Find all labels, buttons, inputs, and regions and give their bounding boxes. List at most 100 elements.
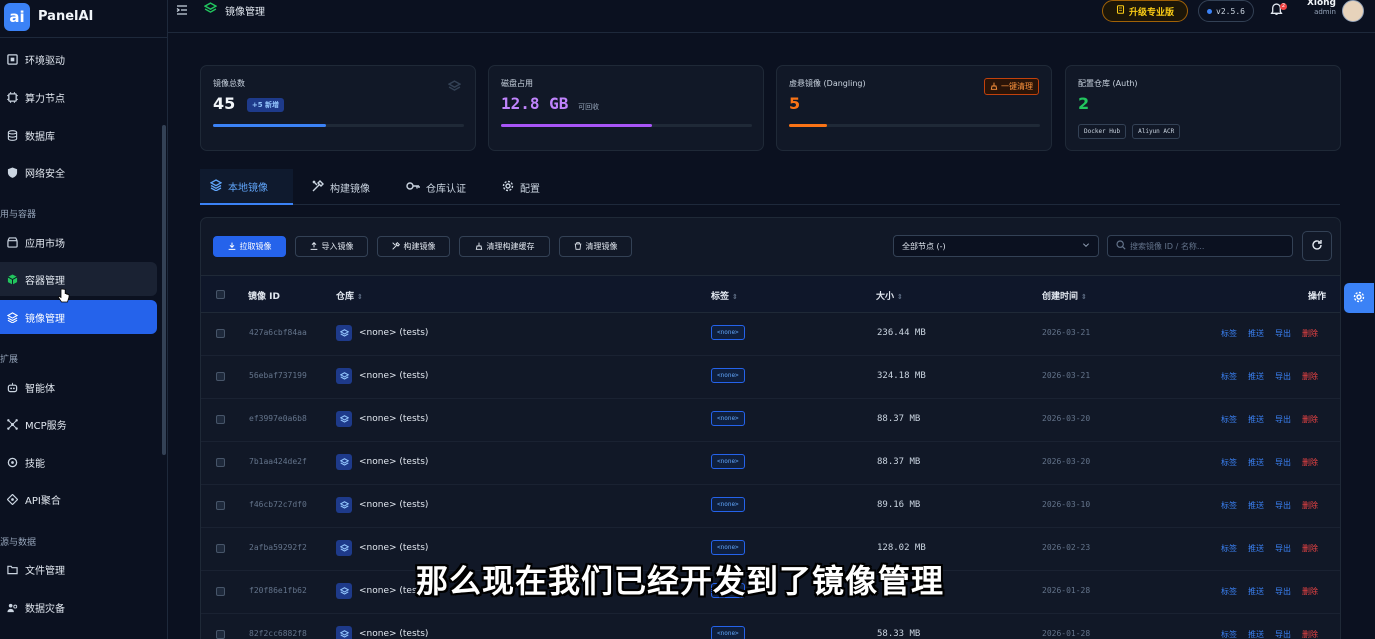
row-checkbox[interactable] xyxy=(216,415,225,424)
export-action[interactable]: 导出 xyxy=(1275,543,1291,554)
push-action[interactable]: 推送 xyxy=(1248,500,1264,511)
stat-label: 磁盘占用 xyxy=(501,79,533,88)
push-action[interactable]: 推送 xyxy=(1248,457,1264,468)
tag-badge: <none> xyxy=(711,368,745,383)
node-select[interactable]: 全部节点 (-) xyxy=(893,235,1099,257)
tag-action[interactable]: 标签 xyxy=(1221,629,1237,639)
tab-local-images[interactable]: 本地镜像 xyxy=(200,169,293,205)
export-action[interactable]: 导出 xyxy=(1275,457,1291,468)
table-row[interactable]: ef3997e0a6b8 <none> (tests) <none> 88.37 MB… xyxy=(201,399,1340,442)
user-info[interactable]: Xiong admin xyxy=(1296,0,1336,16)
sidebar-item-backup[interactable]: 数据灾备 xyxy=(0,590,157,624)
export-action[interactable]: 导出 xyxy=(1275,629,1291,639)
import-image-button[interactable]: 导入镜像 xyxy=(295,236,368,257)
repo-cell: <none> (tests) xyxy=(336,411,428,427)
delete-action[interactable]: 删除 xyxy=(1302,586,1318,597)
tag-action[interactable]: 标签 xyxy=(1221,543,1237,554)
sidebar-item-containers[interactable]: 容器管理 xyxy=(0,262,157,296)
tab-registry-auth[interactable]: 仓库认证 xyxy=(396,169,476,205)
table-row[interactable]: f46cb72c7df0 <none> (tests) <none> 89.16 MB… xyxy=(201,485,1340,528)
export-action[interactable]: 导出 xyxy=(1275,414,1291,425)
sidebar-item-files[interactable]: 文件管理 xyxy=(0,552,157,586)
image-id: 7b1aa424de2f xyxy=(249,457,307,466)
export-action[interactable]: 导出 xyxy=(1275,500,1291,511)
select-all-checkbox[interactable] xyxy=(216,290,225,299)
delete-action[interactable]: 删除 xyxy=(1302,414,1318,425)
delete-action[interactable]: 删除 xyxy=(1302,500,1318,511)
delete-action[interactable]: 删除 xyxy=(1302,457,1318,468)
build-image-button[interactable]: 构建镜像 xyxy=(377,236,450,257)
row-checkbox[interactable] xyxy=(216,501,225,510)
col-tag[interactable]: 标签 ⇕ xyxy=(711,289,738,302)
sidebar-item-mcp[interactable]: MCP服务 xyxy=(0,407,157,441)
tag-action[interactable]: 标签 xyxy=(1221,500,1237,511)
tag-action[interactable]: 标签 xyxy=(1221,414,1237,425)
push-action[interactable]: 推送 xyxy=(1248,586,1264,597)
delete-action[interactable]: 删除 xyxy=(1302,543,1318,554)
layers-icon xyxy=(447,80,462,96)
prune-dangling-button[interactable]: 一键清理 xyxy=(984,78,1039,95)
col-label: 仓库 xyxy=(336,292,355,302)
col-actions: 操作 xyxy=(1308,292,1327,302)
sidebar-item-label: 文件管理 xyxy=(25,565,65,577)
row-checkbox[interactable] xyxy=(216,372,225,381)
push-action[interactable]: 推送 xyxy=(1248,543,1264,554)
sidebar-item-agents[interactable]: 智能体 xyxy=(0,370,157,404)
tag-action[interactable]: 标签 xyxy=(1221,457,1237,468)
delete-action[interactable]: 删除 xyxy=(1302,328,1318,339)
export-action[interactable]: 导出 xyxy=(1275,586,1291,597)
push-action[interactable]: 推送 xyxy=(1248,629,1264,639)
stat-progress xyxy=(213,124,464,127)
upgrade-button[interactable]: 升级专业版 xyxy=(1102,0,1188,22)
tag-action[interactable]: 标签 xyxy=(1221,371,1237,382)
tab-settings[interactable]: 配置 xyxy=(492,169,550,205)
row-checkbox[interactable] xyxy=(216,630,225,639)
sidebar-item-api[interactable]: API聚合 xyxy=(0,482,157,516)
row-checkbox[interactable] xyxy=(216,458,225,467)
avatar[interactable] xyxy=(1342,0,1364,22)
table-row[interactable]: 427a6cbf84aa <none> (tests) <none> 236.44 M… xyxy=(201,313,1340,356)
sidebar-item-compute[interactable]: 算力节点 xyxy=(0,80,157,114)
sidebar-item-env[interactable]: 环境驱动 xyxy=(0,42,157,76)
tag-action[interactable]: 标签 xyxy=(1221,586,1237,597)
tag-action[interactable]: 标签 xyxy=(1221,328,1237,339)
sidebar-scrollbar[interactable] xyxy=(162,125,166,455)
search-input[interactable] xyxy=(1130,241,1284,251)
sidebar-item-images[interactable]: 镜像管理 xyxy=(0,300,157,334)
table-row[interactable]: 82f2cc6882f8 <none> (tests) <none> 58.33 MB… xyxy=(201,614,1340,639)
row-checkbox[interactable] xyxy=(216,329,225,338)
broom-icon xyxy=(475,242,483,252)
sidebar-item-store[interactable]: 应用市场 xyxy=(0,225,157,259)
col-repo[interactable]: 仓库 ⇕ xyxy=(336,289,363,302)
col-size[interactable]: 大小 ⇕ xyxy=(876,289,903,302)
table-row[interactable]: 7b1aa424de2f <none> (tests) <none> 88.37 MB… xyxy=(201,442,1340,485)
stat-label: 虚悬镜像 (Dangling) xyxy=(789,79,866,88)
sidebar-item-security[interactable]: 网络安全 xyxy=(0,155,157,189)
sidebar-item-database[interactable]: 数据库 xyxy=(0,118,157,152)
push-action[interactable]: 推送 xyxy=(1248,328,1264,339)
delete-action[interactable]: 删除 xyxy=(1302,629,1318,639)
export-action[interactable]: 导出 xyxy=(1275,328,1291,339)
user-role: admin xyxy=(1314,8,1336,16)
sidebar-item-skills[interactable]: 技能 xyxy=(0,445,157,479)
registry-chip: Aliyun ACR xyxy=(1132,124,1181,139)
pull-image-button[interactable]: 拉取镜像 xyxy=(213,236,286,257)
delete-action[interactable]: 删除 xyxy=(1302,371,1318,382)
export-action[interactable]: 导出 xyxy=(1275,371,1291,382)
settings-float-button[interactable] xyxy=(1344,283,1374,313)
push-action[interactable]: 推送 xyxy=(1248,414,1264,425)
upload-icon xyxy=(310,241,318,252)
table-row[interactable]: 56ebaf737199 <none> (tests) <none> 324.18 M… xyxy=(201,356,1340,399)
prune-images-button[interactable]: 清理镜像 xyxy=(559,236,632,257)
refresh-button[interactable] xyxy=(1302,231,1332,261)
repo-name: <none> (tests) xyxy=(359,328,429,338)
breadcrumb-label: 镜像管理 xyxy=(225,6,265,18)
row-checkbox[interactable] xyxy=(216,544,225,553)
tab-build-image[interactable]: 构建镜像 xyxy=(302,169,380,205)
menu-toggle-icon[interactable] xyxy=(176,4,190,18)
col-created[interactable]: 创建时间 ⇕ xyxy=(1042,289,1087,302)
gear-icon xyxy=(502,180,514,195)
push-action[interactable]: 推送 xyxy=(1248,371,1264,382)
stat-progress-fill xyxy=(213,124,326,127)
clear-build-cache-button[interactable]: 清理构建缓存 xyxy=(459,236,550,257)
